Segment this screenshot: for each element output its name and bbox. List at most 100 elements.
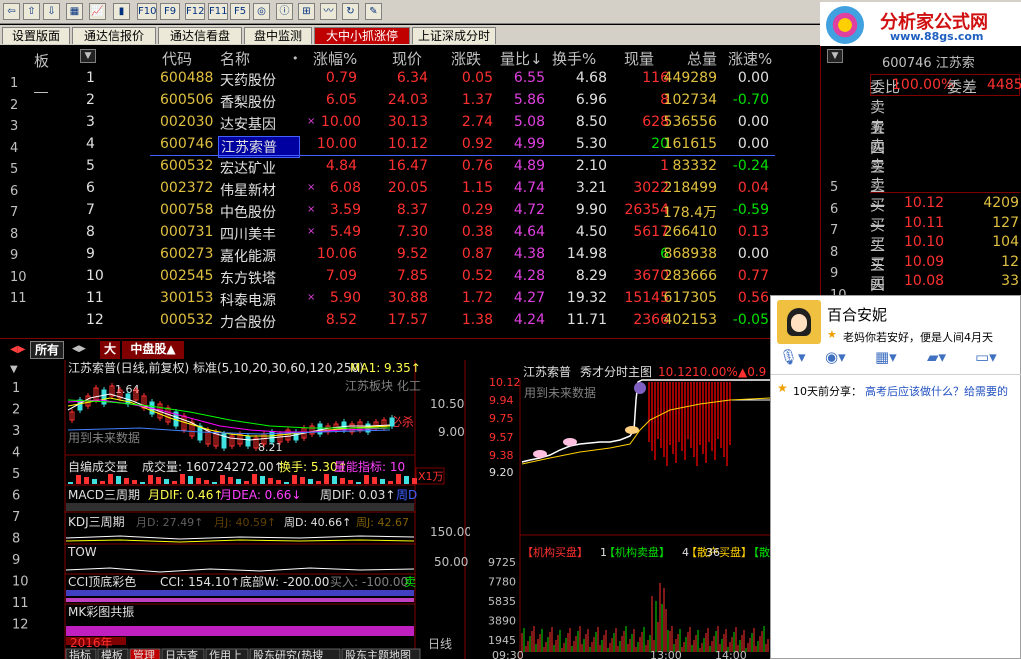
period-label[interactable]: 日线	[428, 637, 452, 651]
kline-row-index: 8	[12, 532, 20, 547]
order-book-stock: 600746 江苏索	[882, 56, 975, 71]
table-row[interactable]: 2 600506 香梨股份 6.05 24.03 1.37 5.86 6.96 8 102734-…	[0, 90, 780, 112]
f12-icon[interactable]: F12	[185, 3, 205, 20]
volume-indicator-label[interactable]: 自编成交量	[68, 459, 128, 474]
macd-label[interactable]: MACD三周期	[68, 488, 140, 502]
volume-bar	[188, 476, 193, 484]
scroll-left-icon[interactable]: ◀▶	[10, 344, 25, 355]
f10-icon[interactable]: F10	[137, 3, 157, 20]
tab-0[interactable]: 设置版面	[2, 27, 70, 44]
table-row[interactable]: 4 600746 江苏索普 10.00 10.12 0.92 4.99 5.30 20 16161…	[0, 134, 780, 158]
table-row[interactable]: 9 600273 嘉化能源 10.06 9.52 0.87 4.38 14.98 6 868938…	[0, 244, 780, 266]
mk-label[interactable]: MK彩图共振	[68, 605, 134, 619]
table-row[interactable]: 7 000758 中色股份 × 3.59 8.37 0.29 4.72 9.90 26354 178…	[0, 200, 780, 222]
volume-bar	[164, 479, 169, 484]
folder-icon[interactable]: ▰▾	[927, 348, 946, 366]
tow-label[interactable]: TOW	[67, 545, 97, 559]
cell-price: 16.47	[387, 158, 428, 174]
line-icon[interactable]: 〰	[320, 3, 337, 20]
tab-5[interactable]: 上证深成分时	[412, 27, 496, 44]
right-row-index: 8	[830, 244, 839, 260]
header-chg-pct[interactable]: 涨幅%	[313, 48, 357, 69]
header-speed[interactable]: 涨速%	[728, 48, 772, 69]
cell-speed: 0.56	[737, 290, 769, 306]
cell-turnover: 6.96	[575, 92, 607, 108]
grid-icon[interactable]: ▦	[66, 3, 83, 20]
tab-all[interactable]: 所有	[30, 341, 64, 359]
table-row[interactable]: 12 000532 力合股份 8.52 17.57 1.38 4.24 11.71 2366 40…	[0, 310, 780, 332]
f5-icon[interactable]: F5	[230, 3, 250, 20]
volume-bar	[108, 474, 113, 484]
intraday-legend-item: 【机构买盘】	[522, 545, 588, 559]
table-row[interactable]: 5 600532 宏达矿业 4.84 16.47 0.76 4.89 2.10 1 83332 -0…	[0, 156, 780, 178]
pen-icon[interactable]: ✎	[365, 3, 382, 20]
kline-axis-2: 9.00	[438, 425, 465, 439]
kline-future-note: 用到未来数据	[68, 430, 140, 445]
header-vol-ratio[interactable]: 量比↓	[500, 48, 543, 69]
kline-title: 江苏索普(日线,前复权) 标准(5,10,20,30,60,120,250)	[68, 360, 364, 375]
header-cur-vol[interactable]: 现量	[624, 48, 654, 69]
tab-mid-cap[interactable]: 中盘股▲	[122, 341, 184, 359]
intraday-red-bar	[651, 382, 653, 451]
table-row[interactable]: 8 000731 四川美丰 × 5.49 7.30 0.38 4.64 4.50 5617 2664…	[0, 222, 780, 244]
add-icon[interactable]: ⊞	[298, 3, 315, 20]
candle-body	[389, 417, 395, 427]
header-name[interactable]: 名称	[220, 48, 250, 69]
chart-icon[interactable]: 📈	[89, 3, 106, 20]
feed-link[interactable]: 高考后应该做什么？给需要的	[865, 383, 1021, 399]
mic-icon[interactable]: 🎙▾	[779, 348, 806, 366]
tab-1[interactable]: 通达信报价	[72, 27, 156, 44]
kline-row-index: 9	[12, 553, 20, 568]
screen-icon[interactable]: ▭▾	[975, 348, 997, 366]
header-total-vol[interactable]: 总量	[687, 48, 717, 69]
table-row[interactable]: 10 002545 东方铁塔 7.09 7.85 0.52 4.28 8.29 3670 2836…	[0, 266, 780, 288]
signal-bubble-icon-3	[533, 450, 547, 458]
cell-n: 11	[86, 290, 104, 306]
app-icon[interactable]: ▦▾	[875, 348, 897, 366]
kdj-label[interactable]: KDJ三周期	[68, 515, 125, 529]
tab-3[interactable]: 盘中监测	[244, 27, 312, 44]
table-row[interactable]: 6 002372 伟星新材 × 6.08 20.05 1.15 4.74 3.21 3022 218…	[0, 178, 780, 200]
column-dropdown-button[interactable]: ▼	[80, 49, 96, 63]
tab-4[interactable]: 大中小抓涨停	[314, 27, 410, 44]
header-turnover[interactable]: 换手%	[552, 48, 596, 69]
tab-2[interactable]: 通达信看盘	[158, 27, 242, 44]
tab-scroll-icon[interactable]: ◀▶	[72, 344, 86, 354]
intraday-price-tick: 10.12	[489, 376, 521, 389]
table-row[interactable]: 3 002030 达安基因 × 10.00 30.13 2.74 5.08 8.50 628 536…	[0, 112, 780, 134]
refresh-icon[interactable]: ↻	[342, 3, 359, 20]
cell-code: 600488	[160, 70, 214, 86]
intraday-future-note: 用到未来数据	[524, 385, 596, 400]
volume-bar	[236, 479, 241, 484]
header-code[interactable]: 代码	[162, 48, 192, 69]
info-icon[interactable]: ⓘ	[276, 3, 293, 20]
tab-big[interactable]: 大	[100, 341, 120, 359]
f9-icon[interactable]: F9	[160, 3, 180, 20]
back-icon[interactable]: ⇦	[3, 3, 20, 20]
video-icon[interactable]: ◉▾	[825, 348, 846, 366]
avatar[interactable]	[777, 300, 821, 344]
cci-band	[66, 590, 414, 596]
cell-vol-ratio: 4.72	[513, 202, 545, 218]
chat-divider	[771, 374, 1021, 375]
table-row[interactable]: 1 600488 天药股份 0.79 6.34 0.05 6.55 4.68 116 449289…	[0, 68, 780, 90]
intraday-red-bar	[711, 382, 713, 451]
cci-label[interactable]: CCI顶底彩色	[68, 574, 136, 589]
down-icon[interactable]: ⇩	[43, 3, 60, 20]
target-icon[interactable]: ◎	[253, 3, 270, 20]
up-icon[interactable]: ⇧	[23, 3, 40, 20]
cell-price: 24.03	[387, 92, 428, 108]
intraday-volume-tick: 1945	[488, 634, 516, 647]
quote-header: 代码 名称 • 涨幅% 现价 涨跌 量比↓ 换手% 现量 总量 涨速%	[120, 46, 780, 68]
header-price[interactable]: 现价	[392, 48, 422, 69]
wei-cha-label: 委差	[947, 78, 978, 96]
table-row[interactable]: 11 300153 科泰电源 × 5.90 30.88 1.72 4.27 19.32 15145…	[0, 288, 780, 310]
kline-dropdown-icon[interactable]: ▼	[10, 364, 18, 375]
cell-speed: 0.00	[737, 136, 769, 152]
cell-mark: ×	[307, 116, 316, 127]
candle-icon[interactable]: ▮	[113, 3, 130, 20]
header-chg[interactable]: 涨跌	[451, 48, 481, 69]
f11-icon[interactable]: F11	[208, 3, 228, 20]
intraday-red-bar	[678, 382, 680, 442]
cell-name: 香梨股份	[220, 95, 276, 111]
